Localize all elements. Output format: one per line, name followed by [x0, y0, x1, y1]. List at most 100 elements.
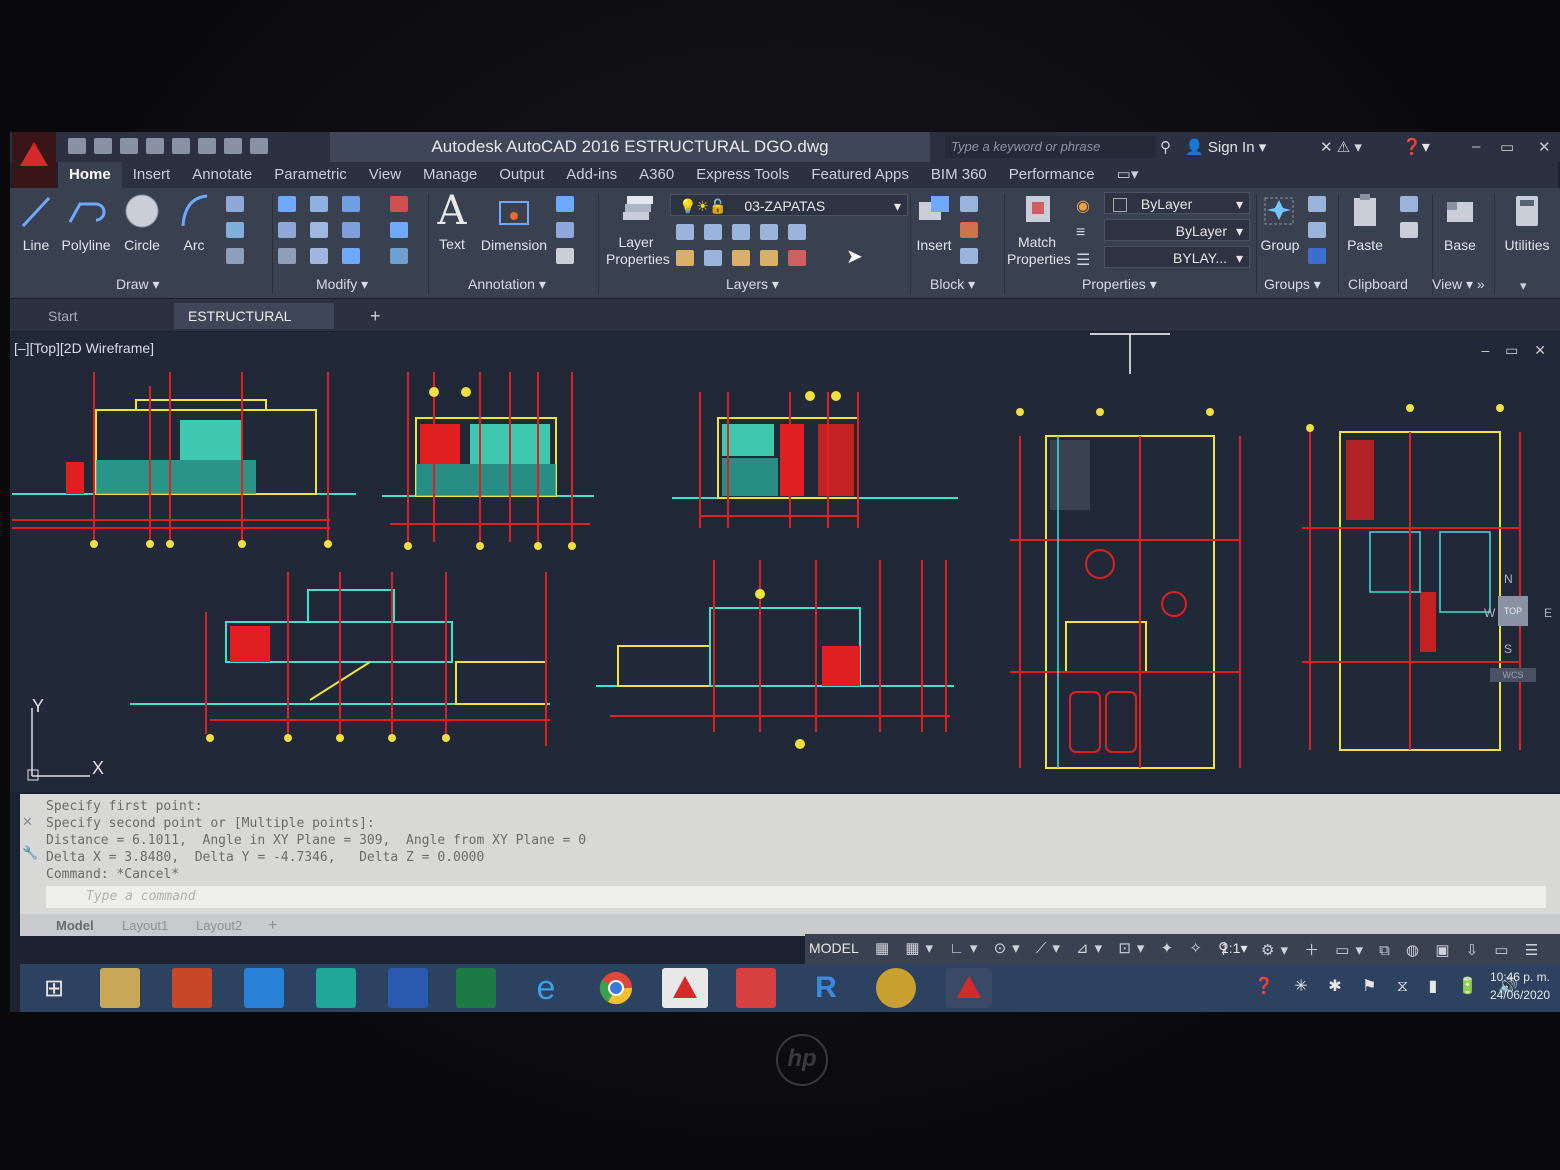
base-view-button[interactable]: Base — [1440, 192, 1480, 253]
scale-icon[interactable] — [310, 248, 328, 264]
help-icon[interactable]: ❓▾ — [1402, 137, 1430, 157]
linetype-dropdown[interactable]: ByLayer ▾ — [1104, 219, 1250, 241]
group-selection-icon[interactable] — [1308, 248, 1326, 264]
drawing-viewport[interactable]: [–][Top][2D Wireframe] – ▭ ✕ Y X N W E T… — [10, 332, 1560, 792]
wcs-menu[interactable]: WCS — [1490, 668, 1536, 682]
autocad-taskbar-icon[interactable] — [662, 968, 708, 1008]
open-icon[interactable] — [94, 138, 112, 154]
edit-block-icon[interactable] — [960, 222, 978, 238]
ribbon-expand-icon[interactable]: ▾ — [1520, 278, 1527, 294]
restore-button[interactable]: ▭ — [1500, 138, 1514, 156]
hatch-icon[interactable] — [226, 222, 244, 238]
new-icon[interactable] — [68, 138, 86, 154]
command-input[interactable]: Type a command — [46, 886, 1546, 908]
settings-app-icon[interactable] — [876, 968, 916, 1008]
mirror-icon[interactable] — [310, 222, 328, 238]
group-button[interactable]: Group — [1258, 192, 1302, 253]
array-icon[interactable] — [342, 248, 360, 264]
rectangle-icon[interactable] — [226, 196, 244, 212]
explode-icon[interactable] — [390, 222, 408, 238]
color-dropdown[interactable]: ByLayer ▾ — [1104, 192, 1250, 214]
autocad-second-icon[interactable] — [946, 968, 992, 1008]
match-properties-button[interactable]: Match Properties — [1006, 192, 1071, 268]
block-panel-title[interactable]: Block ▾ — [930, 276, 975, 293]
windows-start-icon[interactable]: ⊞ — [44, 974, 64, 1003]
layers-panel-title[interactable]: Layers ▾ — [726, 276, 779, 293]
start-tab[interactable]: Start — [34, 303, 92, 329]
cut-icon[interactable] — [1400, 196, 1418, 212]
move-icon[interactable] — [278, 196, 296, 212]
dimension-button[interactable]: Dimension — [478, 192, 550, 253]
tab-express-tools[interactable]: Express Tools — [685, 162, 800, 188]
layer-match-icon[interactable] — [676, 250, 694, 266]
print-icon[interactable] — [172, 138, 190, 154]
copy-icon[interactable] — [278, 222, 296, 238]
group-edit-icon[interactable] — [1308, 222, 1326, 238]
offset-icon[interactable] — [390, 248, 408, 264]
model-tab[interactable]: Model — [44, 916, 106, 936]
redo-icon[interactable] — [224, 138, 242, 154]
layer-delete-icon[interactable] — [788, 250, 806, 266]
layer-previous-icon[interactable] — [704, 250, 722, 266]
linear-dim-icon[interactable] — [556, 196, 574, 212]
layer-properties-button[interactable]: Layer Properties — [602, 192, 670, 268]
tab-output[interactable]: Output — [488, 162, 555, 188]
line-button[interactable]: Line — [18, 192, 54, 253]
undo-icon[interactable] — [198, 138, 216, 154]
ribbon-toggle-icon[interactable]: ▭▾ — [1106, 162, 1150, 188]
tab-parametric[interactable]: Parametric — [263, 162, 358, 188]
utilities-button[interactable]: Utilities — [1500, 192, 1554, 253]
viewcube-top[interactable]: TOP — [1498, 596, 1528, 626]
minimize-button[interactable]: – — [1472, 138, 1480, 155]
powerpoint-icon[interactable] — [172, 968, 212, 1008]
binoculars-icon[interactable]: ⚲ — [1160, 138, 1171, 156]
layer-lock-icon[interactable] — [788, 224, 806, 240]
table-icon[interactable] — [556, 248, 574, 264]
layout2-tab[interactable]: Layout2 — [184, 916, 254, 936]
insert-block-button[interactable]: Insert — [914, 192, 954, 253]
layer-freeze-icon[interactable] — [732, 224, 750, 240]
workspace-icon[interactable] — [250, 138, 268, 154]
layout1-tab[interactable]: Layout1 — [110, 916, 180, 936]
file-explorer-icon[interactable] — [100, 968, 140, 1008]
draw-panel-title[interactable]: Draw ▾ — [116, 276, 160, 293]
stretch-icon[interactable] — [278, 248, 296, 264]
annotation-scale[interactable]: 1:1▾ — [1221, 940, 1248, 957]
arc-button[interactable]: Arc — [176, 192, 212, 253]
system-tray-icons[interactable]: ❓ ✳ ✱ ⚑ ⧖ ▮ 🔋 🔊 — [1254, 976, 1526, 996]
copy-clip-icon[interactable] — [1400, 222, 1418, 238]
tab-a360[interactable]: A360 — [628, 162, 685, 188]
new-tab-button[interactable]: + — [356, 303, 395, 329]
gradient-icon[interactable] — [226, 248, 244, 264]
leader-icon[interactable] — [556, 222, 574, 238]
status-toggles[interactable]: ▦ ▦▾ ∟▾ ⊙▾ ⟋▾ ⊿▾ ⊡▾ ✦ ✧ ⚲ — [875, 939, 1235, 957]
edit-attributes-icon[interactable] — [960, 248, 978, 264]
text-button[interactable]: A Text — [434, 190, 470, 252]
excel-icon[interactable] — [456, 968, 496, 1008]
fillet-icon[interactable] — [342, 222, 360, 238]
tab-view[interactable]: View — [358, 162, 412, 188]
layer-state-icon[interactable] — [676, 224, 694, 240]
layer-dropdown[interactable]: 💡☀🔓 03-ZAPATAS ▾ — [670, 194, 908, 216]
annotation-panel-title[interactable]: Annotation ▾ — [468, 276, 546, 293]
sign-in-button[interactable]: 👤 Sign In ▾ — [1185, 138, 1266, 156]
erase-icon[interactable] — [390, 196, 408, 212]
search-input[interactable]: Type a keyword or phrase — [945, 136, 1155, 158]
layer-off-icon[interactable] — [760, 224, 778, 240]
clock[interactable]: 10:46 p. m. 24/06/2020 — [1490, 968, 1550, 1004]
save-icon[interactable] — [120, 138, 138, 154]
circle-button[interactable]: Circle — [122, 192, 162, 253]
tab-performance[interactable]: Performance — [998, 162, 1106, 188]
chrome-icon[interactable] — [596, 968, 636, 1008]
properties-panel-title[interactable]: Properties ▾ — [1082, 276, 1157, 293]
close-button[interactable]: ✕ — [1538, 138, 1551, 156]
sketchup-icon[interactable] — [736, 968, 776, 1008]
tab-featured-apps[interactable]: Featured Apps — [800, 162, 920, 188]
tab-add-ins[interactable]: Add-ins — [555, 162, 628, 188]
ungroup-icon[interactable] — [1308, 196, 1326, 212]
tab-bim360[interactable]: BIM 360 — [920, 162, 998, 188]
layer-iso-icon[interactable] — [704, 224, 722, 240]
tab-manage[interactable]: Manage — [412, 162, 488, 188]
layer-unisolate-icon[interactable] — [732, 250, 750, 266]
paste-button[interactable]: Paste — [1344, 192, 1386, 253]
